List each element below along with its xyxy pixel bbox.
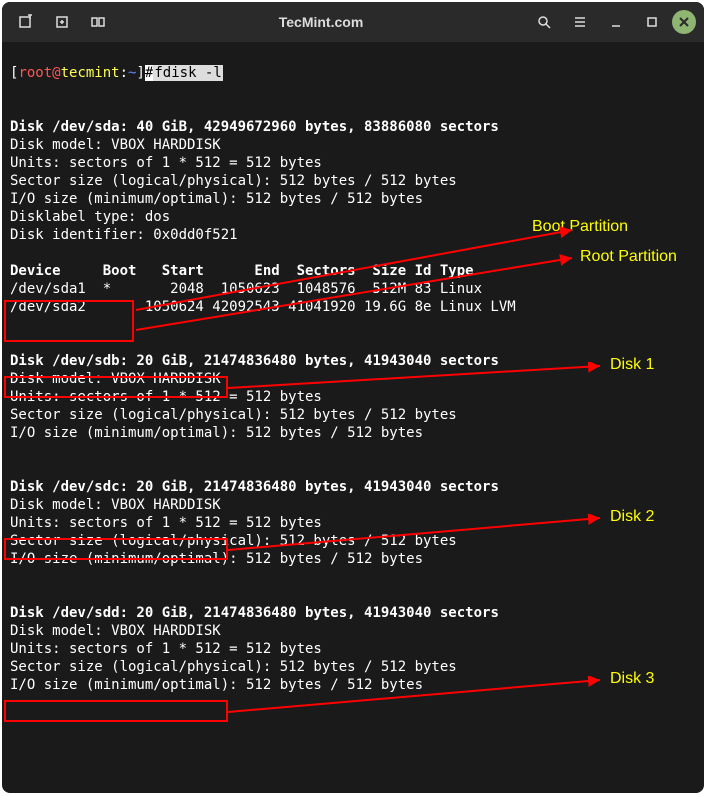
partition-sda1: /dev/sda1 * 2048 1050623 1048576 512M 83… [10, 281, 482, 297]
disk-sda-io: I/O size (minimum/optimal): 512 bytes / … [10, 191, 423, 207]
menu-button[interactable] [564, 6, 596, 38]
partition-table-header: Device Boot Start End Sectors Size Id Ty… [10, 263, 474, 279]
disk-sda-model: Disk model: VBOX HARDDISK [10, 137, 221, 153]
titlebar-left-controls [10, 6, 114, 38]
annotation-boot: Boot Partition [532, 218, 628, 236]
maximize-button[interactable] [636, 6, 668, 38]
annotation-disk2: Disk 2 [610, 508, 654, 526]
partition-sda2: /dev/sda2 1050624 42092543 41041920 19.6… [10, 299, 516, 315]
disk-sdd-sector: Sector size (logical/physical): 512 byte… [10, 659, 457, 675]
window-title: TecMint.com [114, 14, 528, 30]
disk-sdc-sector: Sector size (logical/physical): 512 byte… [10, 533, 457, 549]
annotation-disk3: Disk 3 [610, 670, 654, 688]
disk-sdd-units: Units: sectors of 1 * 512 = 512 bytes [10, 641, 322, 657]
prompt: [root@tecmint:~]# [10, 65, 153, 81]
new-window-button[interactable] [46, 6, 78, 38]
command-text: fdisk -l [153, 65, 222, 81]
disk-sdb-model: Disk model: VBOX HARDDISK [10, 371, 221, 387]
disk-sda-label: Disklabel type: dos [10, 209, 170, 225]
close-button[interactable] [672, 10, 696, 34]
disk-sdc-header: Disk /dev/sdc: 20 GiB, 21474836480 bytes… [10, 479, 499, 495]
disk-sdb-sector: Sector size (logical/physical): 512 byte… [10, 407, 457, 423]
disk-sdb-header: Disk /dev/sdb: 20 GiB, 21474836480 bytes… [10, 353, 499, 369]
new-tab-button[interactable] [10, 6, 42, 38]
disk-sdb-io: I/O size (minimum/optimal): 512 bytes / … [10, 425, 423, 441]
disk-sdd-model: Disk model: VBOX HARDDISK [10, 623, 221, 639]
disk-sda-header: Disk /dev/sda: 40 GiB, 42949672960 bytes… [10, 119, 499, 135]
terminal-window: TecMint.com [root@tecmint:~]#fdisk -l Di… [2, 2, 704, 793]
split-button[interactable] [82, 6, 114, 38]
disk-sda-units: Units: sectors of 1 * 512 = 512 bytes [10, 155, 322, 171]
disk-sdc-units: Units: sectors of 1 * 512 = 512 bytes [10, 515, 322, 531]
search-button[interactable] [528, 6, 560, 38]
disk-sda-ident: Disk identifier: 0x0dd0f521 [10, 227, 238, 243]
terminal-body[interactable]: [root@tecmint:~]#fdisk -l Disk /dev/sda:… [2, 42, 704, 793]
disk-sdd-io: I/O size (minimum/optimal): 512 bytes / … [10, 677, 423, 693]
annotation-disk1: Disk 1 [610, 356, 654, 374]
titlebar: TecMint.com [2, 2, 704, 42]
disk-sda-sector: Sector size (logical/physical): 512 byte… [10, 173, 457, 189]
titlebar-right-controls [528, 6, 696, 38]
disk-sdc-io: I/O size (minimum/optimal): 512 bytes / … [10, 551, 423, 567]
redbox-sdd [4, 700, 228, 722]
annotation-root: Root Partition [580, 248, 677, 266]
disk-sdb-units: Units: sectors of 1 * 512 = 512 bytes [10, 389, 322, 405]
minimize-button[interactable] [600, 6, 632, 38]
disk-sdd-header: Disk /dev/sdd: 20 GiB, 21474836480 bytes… [10, 605, 499, 621]
disk-sdc-model: Disk model: VBOX HARDDISK [10, 497, 221, 513]
